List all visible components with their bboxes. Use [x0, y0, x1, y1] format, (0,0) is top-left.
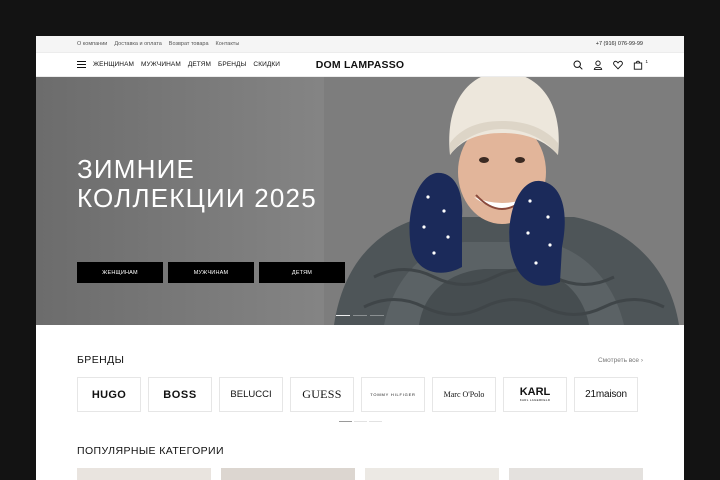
main-header: ЖЕНЩИНАМ МУЖЧИНАМ ДЕТЯМ БРЕНДЫ СКИДКИ DO… — [36, 53, 684, 77]
brands-header: БРЕНДЫ Смотреть все › — [77, 354, 643, 366]
link-contacts[interactable]: Контакты — [216, 41, 240, 47]
category-card[interactable] — [77, 468, 211, 480]
hero-title-line-1: ЗИМНИЕ — [77, 154, 196, 184]
nav-women[interactable]: ЖЕНЩИНАМ — [93, 61, 134, 68]
category-card[interactable] — [365, 468, 499, 480]
nav-sale[interactable]: СКИДКИ — [253, 61, 280, 68]
top-utility-bar: О компании Доставка и оплата Возврат тов… — [36, 36, 684, 53]
brand-hugo[interactable]: HUGO — [77, 377, 141, 412]
brand-boss[interactable]: BOSS — [148, 377, 212, 412]
info-links: О компании Доставка и оплата Возврат тов… — [77, 41, 239, 47]
brand-karl-wordmark: KARL — [519, 386, 551, 398]
cart-button[interactable]: 1 — [633, 59, 648, 70]
cart-count-badge: 1 — [645, 58, 648, 64]
search-icon[interactable] — [573, 59, 583, 70]
hero-title-line-2: КОЛЛЕКЦИИ 2025 — [77, 183, 317, 213]
header-icons: 1 — [573, 59, 648, 70]
link-about[interactable]: О компании — [77, 41, 107, 47]
brand-21maison[interactable]: 21maison — [574, 377, 638, 412]
site-logo[interactable]: DOM LAMPASSO — [316, 59, 405, 71]
slider-dots — [336, 314, 384, 316]
brands-section: БРЕНДЫ Смотреть все › HUGO BOSS BELUCCI … — [36, 354, 684, 480]
main-nav: ЖЕНЩИНАМ МУЖЧИНАМ ДЕТЯМ БРЕНДЫ СКИДКИ — [77, 61, 280, 68]
brand-karl-lagerfeld[interactable]: KARL KARL LAGERFELD — [503, 377, 567, 412]
hero-men-button[interactable]: МУЖЧИНАМ — [168, 262, 254, 283]
brands-title: БРЕНДЫ — [77, 354, 125, 366]
brand-guess[interactable]: GUESS — [290, 377, 354, 412]
see-all-brands-link[interactable]: Смотреть все › — [598, 357, 643, 364]
categories-grid — [77, 468, 643, 480]
brand-karl-subline: KARL LAGERFELD — [519, 398, 551, 402]
phone-number[interactable]: +7 (916) 076-99-99 — [596, 41, 643, 47]
hero-kids-button[interactable]: ДЕТЯМ — [259, 262, 345, 283]
link-returns[interactable]: Возврат товара — [169, 41, 209, 47]
nav-men[interactable]: МУЖЧИНАМ — [141, 61, 181, 68]
page: О компании Доставка и оплата Возврат тов… — [36, 36, 684, 480]
menu-icon[interactable] — [77, 61, 86, 68]
categories-title: ПОПУЛЯРНЫЕ КАТЕГОРИИ — [77, 445, 224, 458]
brand-belucci[interactable]: BELUCCI — [219, 377, 283, 412]
category-card[interactable] — [509, 468, 643, 480]
nav-kids[interactable]: ДЕТЯМ — [188, 61, 211, 68]
hero-image — [324, 77, 684, 325]
hero-banner: ЗИМНИЕ КОЛЛЕКЦИИ 2025 ЖЕНЩИНАМ МУЖЧИНАМ … — [36, 77, 684, 325]
brand-marc-opolo[interactable]: Marc O'Polo — [432, 377, 496, 412]
brand-tommy-hilfiger[interactable]: TOMMY HILFIGER — [361, 377, 425, 412]
link-delivery[interactable]: Доставка и оплата — [114, 41, 161, 47]
cart-icon — [633, 60, 643, 70]
brands-pager-dot-3[interactable] — [368, 421, 382, 423]
category-card[interactable] — [221, 468, 355, 480]
hero-buttons: ЖЕНЩИНАМ МУЖЧИНАМ ДЕТЯМ — [77, 262, 345, 283]
heart-icon[interactable] — [613, 60, 623, 70]
brands-pager-dot-1[interactable] — [338, 421, 352, 423]
slider-dot-1[interactable] — [336, 314, 350, 316]
hero-women-button[interactable]: ЖЕНЩИНАМ — [77, 262, 163, 283]
brands-pager — [77, 421, 643, 423]
brands-carousel: HUGO BOSS BELUCCI GUESS TOMMY HILFIGER M… — [77, 377, 643, 412]
see-all-label: Смотреть все — [597, 356, 640, 364]
slider-dot-2[interactable] — [353, 314, 367, 316]
hero-title: ЗИМНИЕ КОЛЛЕКЦИИ 2025 — [77, 155, 317, 213]
brands-pager-dot-2[interactable] — [353, 421, 367, 423]
user-icon[interactable] — [593, 60, 603, 70]
slider-dot-3[interactable] — [370, 314, 384, 316]
nav-brands[interactable]: БРЕНДЫ — [218, 61, 246, 68]
chevron-right-icon: › — [640, 356, 643, 364]
